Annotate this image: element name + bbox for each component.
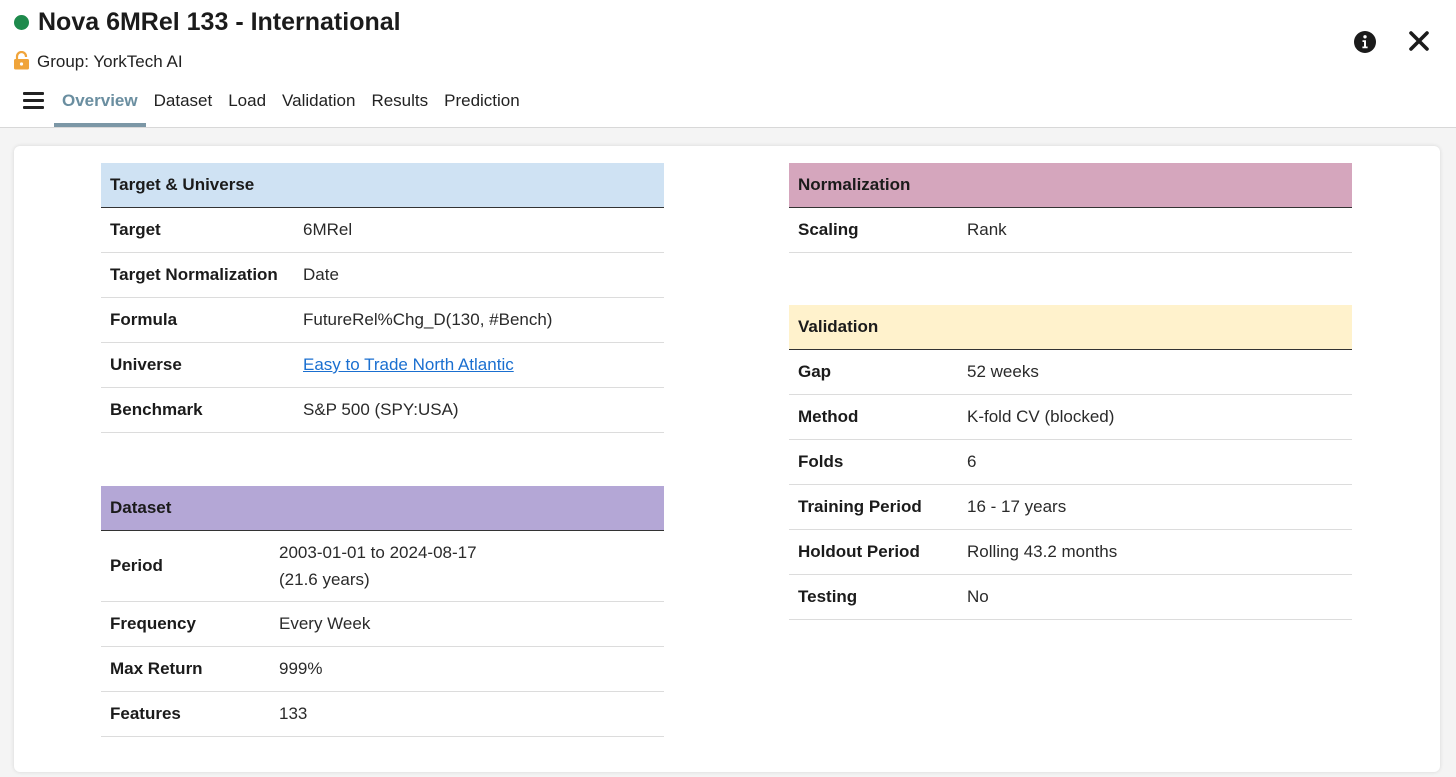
hamburger-menu-icon[interactable] xyxy=(23,92,44,110)
table-row: Holdout Period Rolling 43.2 months xyxy=(789,530,1352,575)
row-label: Target Normalization xyxy=(110,265,278,284)
table-row: Formula FutureRel%Chg_D(130, #Bench) xyxy=(101,298,664,343)
table-row: Training Period 16 - 17 years xyxy=(789,485,1352,530)
table-row: Method K-fold CV (blocked) xyxy=(789,395,1352,440)
period-value: 2003-01-01 to 2024-08-17 (21.6 years) xyxy=(279,539,477,593)
row-value: Date xyxy=(303,265,339,284)
tab-load[interactable]: Load xyxy=(220,82,274,127)
row-value: Every Week xyxy=(279,614,371,633)
dataset-section: Dataset Period 2003-01-01 to 2024-08-17 … xyxy=(101,486,664,737)
row-value: S&P 500 (SPY:USA) xyxy=(303,400,459,419)
table-row: Scaling Rank xyxy=(789,208,1352,253)
row-label: Universe xyxy=(110,355,182,374)
period-range: 2003-01-01 to 2024-08-17 xyxy=(279,543,477,562)
tab-results[interactable]: Results xyxy=(363,82,436,127)
table-row: Max Return 999% xyxy=(101,647,664,692)
tab-prediction[interactable]: Prediction xyxy=(436,82,528,127)
period-years: (21.6 years) xyxy=(279,570,370,589)
row-value: Rolling 43.2 months xyxy=(967,542,1118,561)
table-row: Period 2003-01-01 to 2024-08-17 (21.6 ye… xyxy=(101,531,664,602)
table-row: Universe Easy to Trade North Atlantic xyxy=(101,343,664,388)
row-value: 52 weeks xyxy=(967,362,1039,381)
table-row: Folds 6 xyxy=(789,440,1352,485)
close-icon[interactable] xyxy=(1407,29,1431,53)
row-label: Holdout Period xyxy=(798,542,920,561)
universe-link[interactable]: Easy to Trade North Atlantic xyxy=(303,355,514,374)
section-title: Validation xyxy=(789,305,1352,350)
row-label: Method xyxy=(798,407,859,426)
normalization-section: Normalization Scaling Rank xyxy=(789,163,1352,253)
section-title: Normalization xyxy=(789,163,1352,208)
validation-section: Validation Gap 52 weeks Method K-fold CV… xyxy=(789,305,1352,620)
row-value: 6MRel xyxy=(303,220,353,239)
row-value: No xyxy=(967,587,989,606)
page-header: Nova 6MRel 133 - International Group: Yo… xyxy=(0,0,1456,128)
row-label: Frequency xyxy=(110,614,196,633)
table-row: Testing No xyxy=(789,575,1352,620)
tab-dataset[interactable]: Dataset xyxy=(146,82,221,127)
row-label: Target xyxy=(110,220,161,239)
row-value: Rank xyxy=(967,220,1007,239)
row-value: K-fold CV (blocked) xyxy=(967,407,1115,426)
row-value: 6 xyxy=(967,452,977,471)
row-value: 999% xyxy=(279,659,323,678)
status-dot xyxy=(14,15,29,30)
row-label: Max Return xyxy=(110,659,203,678)
universe-value: Easy to Trade North Atlantic xyxy=(303,355,514,375)
table-row: Frequency Every Week xyxy=(101,602,664,647)
tab-validation[interactable]: Validation xyxy=(274,82,363,127)
table-row: Target Normalization Date xyxy=(101,253,664,298)
row-label: Features xyxy=(110,704,181,723)
row-label: Folds xyxy=(798,452,844,471)
group-label: Group: YorkTech AI xyxy=(37,52,183,71)
row-value: 133 xyxy=(279,704,308,723)
lock-icon xyxy=(14,51,29,70)
table-row: Benchmark S&P 500 (SPY:USA) xyxy=(101,388,664,433)
row-label: Gap xyxy=(798,362,832,381)
row-label: Training Period xyxy=(798,497,922,516)
row-value: FutureRel%Chg_D(130, #Bench) xyxy=(303,310,553,329)
page-title: Nova 6MRel 133 - International xyxy=(38,8,401,36)
overview-card: Target & Universe Target 6MRel Target No… xyxy=(14,146,1440,772)
row-label: Benchmark xyxy=(110,400,203,419)
section-title: Target & Universe xyxy=(101,163,664,208)
row-value: 16 - 17 years xyxy=(967,497,1067,516)
info-icon[interactable] xyxy=(1353,30,1377,54)
table-row: Features 133 xyxy=(101,692,664,737)
row-label: Period xyxy=(110,556,163,575)
row-label: Testing xyxy=(798,587,858,606)
target-universe-section: Target & Universe Target 6MRel Target No… xyxy=(101,163,664,433)
tab-overview[interactable]: Overview xyxy=(54,82,146,127)
row-label: Formula xyxy=(110,310,178,329)
table-row: Target 6MRel xyxy=(101,208,664,253)
section-title: Dataset xyxy=(101,486,664,531)
table-row: Gap 52 weeks xyxy=(789,350,1352,395)
tab-bar: Overview Dataset Load Validation Results… xyxy=(54,82,528,127)
row-label: Scaling xyxy=(798,220,859,239)
